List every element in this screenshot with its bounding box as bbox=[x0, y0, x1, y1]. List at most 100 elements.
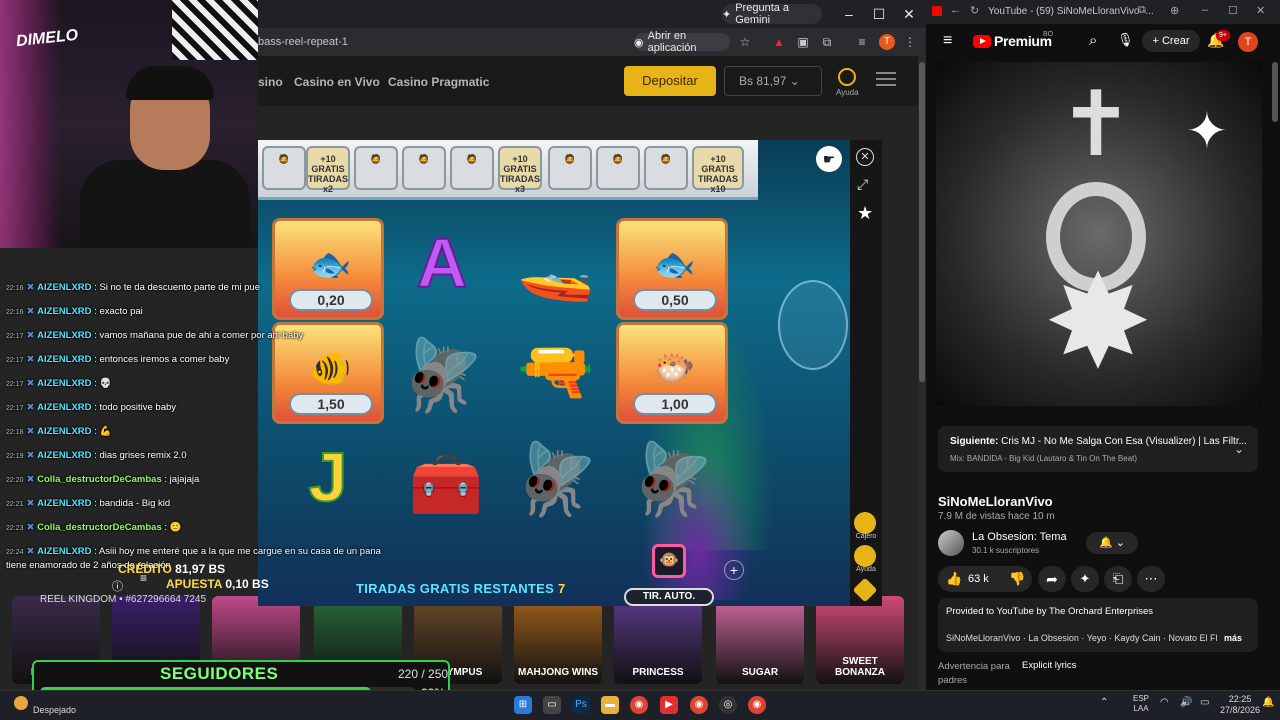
chat-message: 22:17 ✖ AIZENLXRD : vamos mañana pue de a… bbox=[6, 330, 303, 341]
chevron-down-icon[interactable]: ⌄ bbox=[1234, 442, 1244, 456]
chat-badge-icon: ✖ bbox=[26, 282, 38, 293]
popout-icon[interactable]: ⧉ bbox=[1138, 4, 1146, 17]
share-icon[interactable]: ➦ bbox=[1038, 566, 1066, 592]
maximize-icon[interactable]: ☐ bbox=[864, 4, 894, 24]
chrome-icon-3[interactable]: ◉ bbox=[748, 696, 766, 714]
up-next-title[interactable]: Siguiente: Cris MJ - No Me Salga Con Esa… bbox=[950, 436, 1247, 447]
chrome-icon-2[interactable]: ◉ bbox=[690, 696, 708, 714]
channel-name[interactable]: La Obsesion: Tema bbox=[972, 531, 1067, 543]
youtube-logo-icon[interactable] bbox=[973, 35, 991, 48]
create-button[interactable]: + Crear bbox=[1142, 30, 1200, 52]
search-icon[interactable]: ⌕ bbox=[1089, 32, 1097, 49]
settings-icon[interactable]: ≡ bbox=[140, 571, 147, 585]
open-in-app-button[interactable]: ◉ Abrir en aplicación bbox=[634, 30, 730, 54]
reading-list-icon[interactable]: ≡ bbox=[854, 34, 870, 50]
close-game-icon[interactable]: ✕ bbox=[856, 148, 874, 166]
close-window-icon[interactable]: ✕ bbox=[1256, 4, 1265, 17]
gemini-icon: ✦ bbox=[722, 8, 732, 21]
game-thumbnail[interactable]: SWEET BONANZA bbox=[816, 596, 904, 684]
provider-info: REEL KINGDOM • #627296664 7245 bbox=[40, 594, 207, 605]
subscription-bell-button[interactable]: 🔔 ⌄ bbox=[1086, 532, 1138, 554]
favorite-star-icon[interactable]: ★ bbox=[857, 203, 873, 224]
up-next-box[interactable] bbox=[938, 426, 1258, 472]
webcam-zebra-poster bbox=[172, 0, 258, 60]
back-icon[interactable]: ← bbox=[950, 4, 961, 16]
support-icon[interactable] bbox=[854, 545, 876, 567]
deposit-button[interactable]: Depositar bbox=[624, 66, 716, 96]
cashier-icon[interactable] bbox=[854, 512, 876, 534]
plus-bet-icon[interactable]: + bbox=[724, 560, 744, 580]
more-actions-icon[interactable]: ⋯ bbox=[1137, 566, 1165, 592]
minimize-icon[interactable]: – bbox=[1202, 4, 1208, 16]
wifi-icon[interactable]: ◠ bbox=[1160, 697, 1169, 708]
maximize-icon[interactable]: ☐ bbox=[1228, 4, 1238, 17]
game-thumbnail[interactable]: PRINCESS bbox=[614, 596, 702, 684]
chat-username: AIZENLXRD bbox=[37, 378, 92, 389]
balance-dropdown[interactable]: Bs 81,97 ⌄ bbox=[724, 66, 822, 96]
start-icon[interactable]: ⊞ bbox=[514, 696, 532, 714]
extension-icon[interactable]: ▲ bbox=[771, 34, 787, 50]
youtube-avatar[interactable]: T bbox=[1238, 32, 1258, 52]
chat-time: 22:23 bbox=[6, 525, 24, 532]
bonus-fisherman-cell: 🧔 bbox=[262, 146, 306, 190]
microphone-icon[interactable]: 🎙 bbox=[1117, 32, 1134, 48]
save-bookmark-icon[interactable]: ⎗ bbox=[1104, 566, 1132, 592]
youtube-app-icon[interactable]: ▶ bbox=[660, 696, 678, 714]
battery-icon[interactable]: ▭ bbox=[1200, 697, 1209, 708]
hamburger-menu-icon[interactable] bbox=[876, 72, 896, 86]
help-icon[interactable] bbox=[838, 68, 856, 86]
star-art: ✸ bbox=[1043, 249, 1153, 395]
file-explorer-icon[interactable]: ▬ bbox=[601, 696, 619, 714]
chat-badge-icon: ✖ bbox=[26, 450, 38, 461]
chat-badge-icon: ✖ bbox=[26, 402, 38, 413]
fullscreen-icon[interactable]: ⤢ bbox=[857, 176, 868, 193]
spin-button[interactable]: 🐵 bbox=[652, 544, 686, 578]
tray-chevron-icon[interactable]: ⌃ bbox=[1100, 697, 1108, 708]
game-thumbnail[interactable]: MAHJONG WINS bbox=[514, 596, 602, 684]
profile-avatar[interactable]: T bbox=[879, 34, 895, 50]
puzzle-icon[interactable]: ⧉ bbox=[819, 34, 835, 50]
channel-avatar[interactable] bbox=[938, 530, 964, 556]
task-view-icon[interactable]: ▭ bbox=[543, 696, 561, 714]
extension2-icon[interactable]: ▣ bbox=[795, 34, 811, 50]
autoplay-button[interactable]: TIR. AUTO. bbox=[624, 588, 714, 606]
hamburger-menu-icon[interactable]: ≡ bbox=[943, 32, 952, 50]
minimize-icon[interactable]: – bbox=[834, 4, 864, 24]
ask-ai-icon[interactable]: ✦ bbox=[1071, 566, 1099, 592]
url-text[interactable]: bass-reel-repeat-1 bbox=[258, 36, 348, 48]
left-scrollbar-thumb[interactable] bbox=[919, 62, 925, 382]
close-window-icon[interactable]: ✕ bbox=[894, 4, 924, 24]
like-icon[interactable]: 👍 bbox=[946, 571, 962, 587]
volume-icon[interactable]: 🔊 bbox=[1180, 697, 1192, 708]
photoshop-icon[interactable]: Ps bbox=[572, 696, 590, 714]
chat-badge-icon: ✖ bbox=[26, 474, 38, 485]
chat-separator: : bbox=[161, 474, 170, 485]
game-thumbnail[interactable]: SUGAR bbox=[716, 596, 804, 684]
fish-icon: 🐟 bbox=[653, 246, 696, 284]
clock[interactable]: 22:25 27/8/2026 bbox=[1220, 694, 1260, 716]
obs-icon[interactable]: ◎ bbox=[719, 696, 737, 714]
show-more-link[interactable]: más bbox=[1224, 633, 1242, 643]
nav-pragmatic[interactable]: Casino Pragmatic bbox=[388, 75, 489, 89]
description-line: SiNoMeLloranVivo · La Obsesion · Yeyo · … bbox=[946, 633, 1218, 643]
nav-casino[interactable]: sino bbox=[258, 75, 283, 89]
reload-icon[interactable]: ↻ bbox=[970, 4, 979, 17]
more-menu-icon[interactable]: ⋮ bbox=[902, 34, 918, 50]
nav-live-casino[interactable]: Casino en Vivo bbox=[294, 75, 380, 89]
chrome-icon[interactable]: ◉ bbox=[630, 696, 648, 714]
chat-username: Colla_destructorDeCambas bbox=[37, 474, 162, 485]
video-player[interactable]: ✝ ✸ ✦ bbox=[936, 62, 1262, 406]
weather-text[interactable]: Despejado bbox=[33, 705, 76, 715]
gemini-button[interactable]: ✦ Pregunta a Gemini bbox=[722, 2, 822, 26]
youtube-scrollbar-thumb[interactable] bbox=[1272, 62, 1278, 122]
notifications-icon[interactable]: 🔔 bbox=[1262, 697, 1274, 708]
create-label: Crear bbox=[1161, 35, 1190, 47]
weather-moon-icon[interactable] bbox=[14, 696, 28, 710]
extension-icon[interactable]: ⊕ bbox=[1170, 4, 1179, 17]
info-icon[interactable]: ⓘ bbox=[112, 578, 123, 594]
bookmark-star-icon[interactable]: ☆ bbox=[737, 34, 753, 50]
chat-text: exacto pai bbox=[99, 306, 143, 317]
video-title: SiNoMeLloranVivo bbox=[938, 494, 1053, 509]
dislike-icon[interactable]: 👎 bbox=[1009, 571, 1025, 587]
language-indicator[interactable]: ESP LAA bbox=[1133, 694, 1149, 714]
